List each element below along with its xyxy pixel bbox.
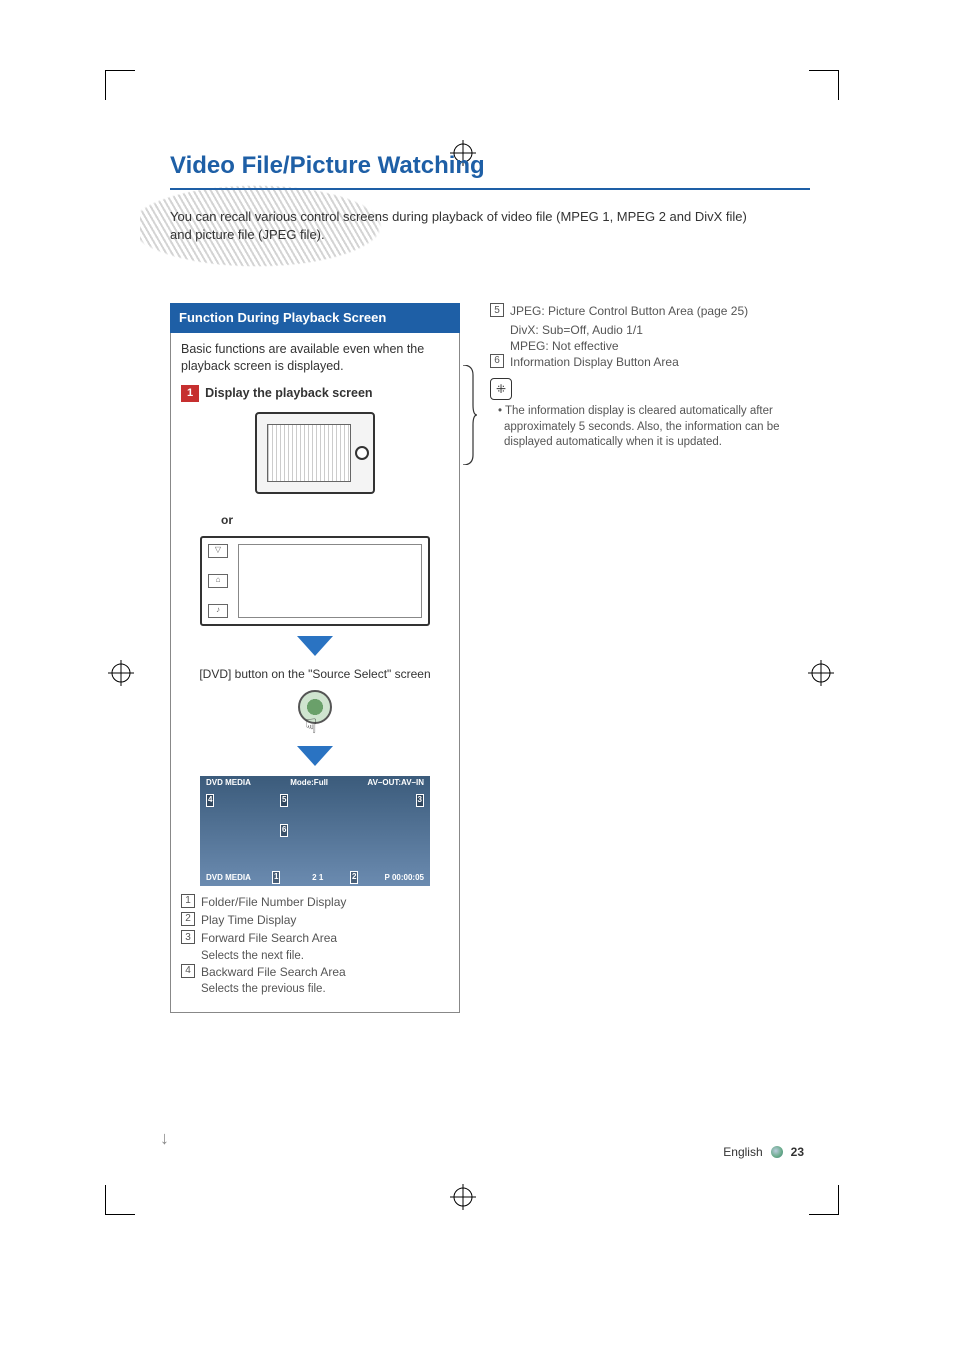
function-header: Function During Playback Screen bbox=[170, 303, 460, 333]
legend-num-3: 3 bbox=[181, 930, 195, 944]
registration-mark bbox=[808, 660, 834, 686]
column-bracket bbox=[463, 365, 477, 465]
marker-3: 3 bbox=[416, 794, 424, 807]
marker-6: 6 bbox=[280, 824, 288, 837]
footer-dot-icon bbox=[771, 1146, 783, 1158]
legend-text-4: Backward File Search Area bbox=[201, 964, 449, 980]
down-arrow-icon bbox=[297, 636, 333, 656]
legend-num-5: 5 bbox=[490, 303, 504, 317]
step-number: 1 bbox=[181, 385, 199, 402]
registration-mark bbox=[108, 660, 134, 686]
function-body: Basic functions are available even when … bbox=[170, 333, 460, 1013]
playback-top-right: AV–OUT:AV–IN bbox=[367, 778, 424, 789]
legend-text-2: Play Time Display bbox=[201, 912, 449, 928]
marker-4: 4 bbox=[206, 794, 214, 807]
playback-screen-illustration: DVD MEDIA Mode:Full AV–OUT:AV–IN 3 4 5 6… bbox=[200, 776, 430, 886]
intro-text: You can recall various control screens d… bbox=[170, 208, 770, 243]
registration-mark bbox=[450, 1184, 476, 1210]
function-body-text: Basic functions are available even when … bbox=[181, 341, 449, 375]
legend-text-1: Folder/File Number Display bbox=[201, 894, 449, 910]
playback-bot-left: DVD MEDIA bbox=[206, 873, 251, 884]
dvd-button-icon: ☟ bbox=[291, 688, 339, 736]
legend-num-1: 1 bbox=[181, 894, 195, 908]
legend-text-5c: MPEG: Not effective bbox=[510, 338, 790, 354]
legend: 1 Folder/File Number Display 2 Play Time D… bbox=[181, 894, 449, 998]
playback-top-mid: Mode:Full bbox=[290, 778, 328, 789]
side-arrow-icon: ↓ bbox=[160, 1126, 169, 1150]
marker-5: 5 bbox=[280, 794, 288, 807]
or-label: or bbox=[221, 512, 449, 528]
down-arrow-icon bbox=[297, 746, 333, 766]
legend-sub-4: Selects the previous file. bbox=[201, 982, 449, 998]
playback-top-left: DVD MEDIA bbox=[206, 778, 251, 789]
footer-language: English bbox=[723, 1144, 762, 1160]
crop-mark bbox=[809, 1185, 839, 1215]
legend-text-5a: JPEG: Picture Control Button Area (page … bbox=[510, 303, 748, 319]
legend-text-3: Forward File Search Area bbox=[201, 930, 449, 946]
footer-page-number: 23 bbox=[791, 1144, 804, 1160]
step-text: Display the playback screen bbox=[205, 385, 372, 402]
legend-text-5b: DivX: Sub=Off, Audio 1/1 bbox=[510, 322, 790, 338]
source-select-caption: [DVD] button on the "Source Select" scre… bbox=[181, 666, 449, 682]
crop-mark bbox=[105, 1185, 135, 1215]
device-illustration bbox=[255, 412, 375, 494]
page-title: Video File/Picture Watching bbox=[170, 150, 810, 182]
legend-sub-3: Selects the next file. bbox=[201, 949, 449, 965]
legend-num-4: 4 bbox=[181, 964, 195, 978]
crop-mark bbox=[809, 70, 839, 100]
crop-mark bbox=[105, 70, 135, 100]
source-select-illustration: ▽⌂♪ bbox=[200, 536, 430, 626]
legend-text-6: Information Display Button Area bbox=[510, 354, 679, 370]
note-text: The information display is cleared autom… bbox=[498, 404, 790, 451]
page-footer: English 23 bbox=[723, 1144, 804, 1160]
playback-bot-mid: 2 1 bbox=[312, 873, 323, 884]
playback-bot-right: P 00:00:05 bbox=[385, 873, 424, 884]
title-rule bbox=[170, 188, 810, 190]
legend-num-6: 6 bbox=[490, 354, 504, 368]
legend-num-2: 2 bbox=[181, 912, 195, 926]
note-icon: ⁜ bbox=[490, 378, 512, 400]
